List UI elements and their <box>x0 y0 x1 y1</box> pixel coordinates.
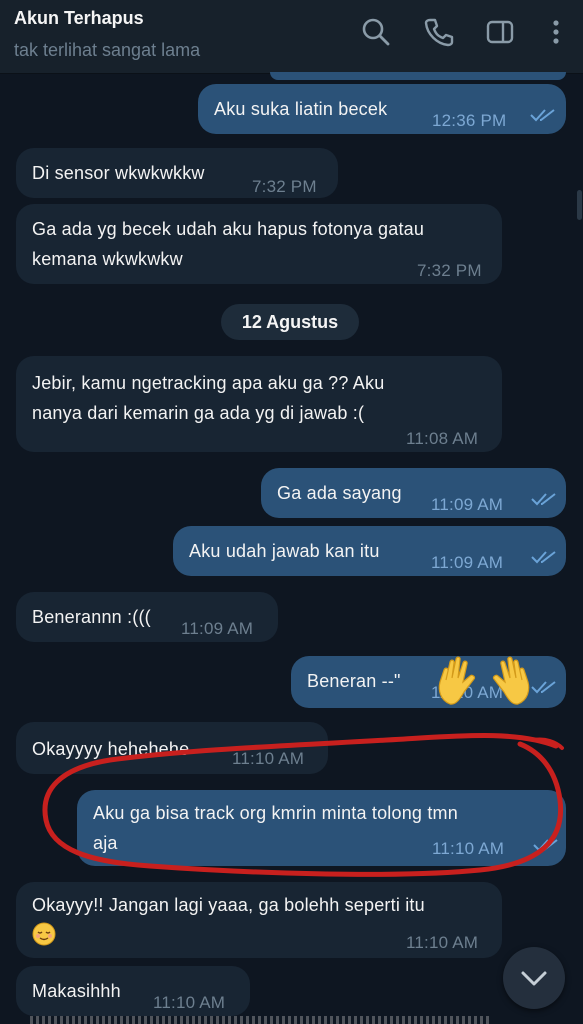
message-bubble-outgoing[interactable]: Aku suka liatin becek 12:36 PM <box>198 84 566 134</box>
scrollbar-thumb[interactable] <box>577 190 582 220</box>
double-check-icon <box>531 551 556 564</box>
partial-next-message <box>30 1016 490 1024</box>
message-bubble-outgoing[interactable]: Ga ada sayang 11:09 AM <box>261 468 566 518</box>
message-bubble-outgoing-highlighted[interactable]: Aku ga bisa track org kmrin minta tolong… <box>77 790 566 866</box>
message-text: Jebir, kamu ngetracking apa aku ga ?? Ak… <box>32 373 385 423</box>
message-bubble-incoming[interactable]: Ga ada yg becek udah aku hapus fotonya g… <box>16 204 502 284</box>
chat-title[interactable]: Akun Terhapus <box>14 8 144 29</box>
message-time: 11:09 AM <box>431 495 504 514</box>
message-bubble-incoming[interactable]: Makasihhh 11:10 AM <box>16 966 250 1016</box>
double-check-icon <box>533 839 558 852</box>
message-text: Ga ada sayang <box>277 483 402 503</box>
message-time: 11:10 AM <box>153 993 226 1012</box>
message-bubble-incoming[interactable]: Jebir, kamu ngetracking apa aku ga ?? Ak… <box>16 356 502 452</box>
message-text: Beneran --" <box>307 671 401 691</box>
double-check-icon <box>531 493 556 506</box>
message-text: Di sensor wkwkwkkw <box>32 163 205 183</box>
last-seen-status: tak terlihat sangat lama <box>14 40 201 60</box>
date-separator: 12 Agustus <box>221 304 359 340</box>
chevron-down-icon <box>521 971 547 986</box>
message-time: 11:09 AM <box>181 619 254 638</box>
message-bubble-incoming[interactable]: Benerannn :((( 11:09 AM <box>16 592 278 642</box>
message-text: Makasihhh <box>32 981 121 1001</box>
message-text: Aku udah jawab kan itu <box>189 541 380 561</box>
message-bubble-outgoing[interactable]: Aku udah jawab kan itu 11:09 AM <box>173 526 566 576</box>
message-text: Okayyyy hehehehe <box>32 739 190 759</box>
message-time: 12:36 PM <box>432 111 507 130</box>
phone-icon[interactable] <box>423 16 455 48</box>
message-time: 11:10 AM <box>432 839 505 858</box>
search-icon[interactable] <box>360 16 392 48</box>
message-time: 11:08 AM <box>406 429 479 448</box>
scroll-to-bottom-button[interactable] <box>503 947 565 1009</box>
message-text: Okayyy!! Jangan lagi yaaa, ga bolehh sep… <box>32 895 425 915</box>
sidebar-toggle-icon[interactable] <box>484 16 516 48</box>
message-text: Aku ga bisa track org kmrin minta tolong… <box>93 803 458 853</box>
more-vertical-icon[interactable] <box>540 16 572 48</box>
message-bubble-incoming[interactable]: Di sensor wkwkwkkw 7:32 PM <box>16 148 338 198</box>
double-check-icon <box>530 109 555 122</box>
message-time: 7:32 PM <box>252 177 317 196</box>
message-text: Benerannn :((( <box>32 607 151 627</box>
message-time: 11:10 AM <box>232 749 305 768</box>
message-time: 7:32 PM <box>417 261 482 280</box>
chat-header: Akun Terhapus tak terlihat sangat lama <box>0 0 583 74</box>
double-check-icon <box>531 681 556 694</box>
partial-bubble <box>270 72 566 80</box>
message-bubble-incoming[interactable]: Okayyy!! Jangan lagi yaaa, ga bolehh sep… <box>16 882 502 958</box>
message-time: 11:09 AM <box>431 553 504 572</box>
message-text: Ga ada yg becek udah aku hapus fotonya g… <box>32 219 425 269</box>
message-text: Aku suka liatin becek <box>214 99 388 119</box>
relieved-face-emoji-icon <box>32 922 56 946</box>
message-time: 11:10 AM <box>406 933 479 952</box>
message-bubble-incoming[interactable]: Okayyyy hehehehe 11:10 AM <box>16 722 328 774</box>
waving-hand-emoji-icon <box>492 656 530 705</box>
waving-hand-emoji-icon <box>438 656 476 705</box>
